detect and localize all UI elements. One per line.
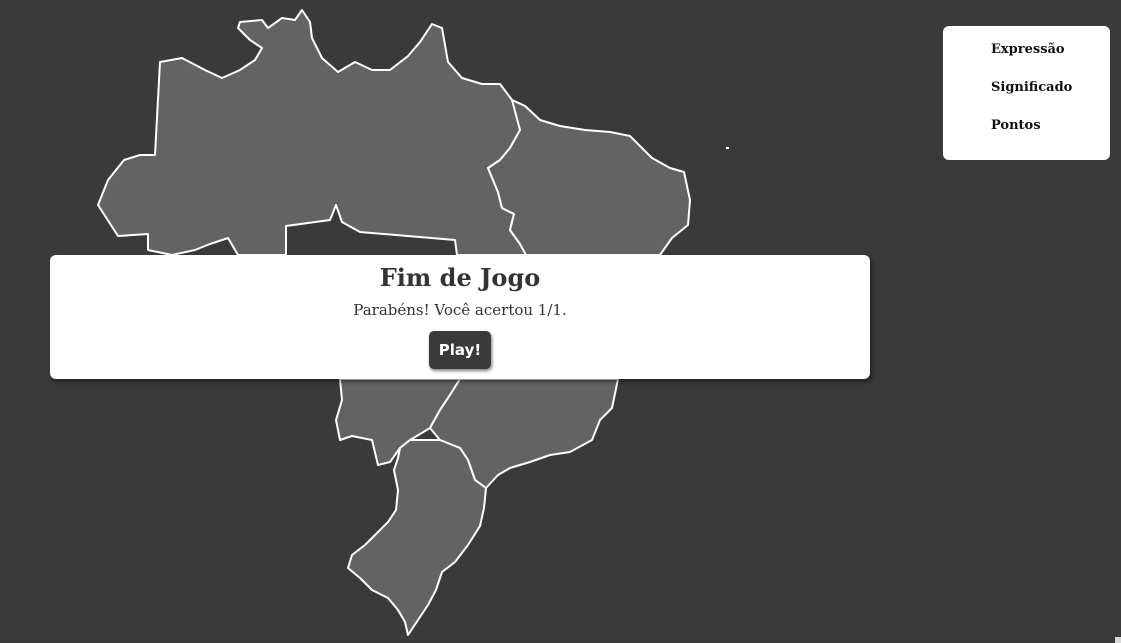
resize-corner	[1115, 637, 1121, 643]
info-expression-label: Expressão	[991, 42, 1065, 57]
dialog-message: Parabéns! Você acertou 1/1.	[353, 301, 567, 319]
dialog-title: Fim de Jogo	[379, 263, 541, 292]
map-islet	[726, 147, 729, 149]
play-button[interactable]: Play!	[428, 331, 492, 369]
map-region-north[interactable]	[97, 9, 541, 256]
info-meaning-label: Significado	[991, 80, 1073, 95]
info-points-label: Pontos	[991, 118, 1041, 133]
game-over-dialog: Fim de Jogo Parabéns! Você acertou 1/1. …	[50, 255, 870, 379]
game-stage: Expressão Significado Pontos Fim de Jogo…	[0, 0, 1121, 643]
map-region-northeast[interactable]	[487, 99, 691, 256]
info-panel: Expressão Significado Pontos	[943, 26, 1110, 160]
map-region-south[interactable]	[347, 439, 487, 636]
